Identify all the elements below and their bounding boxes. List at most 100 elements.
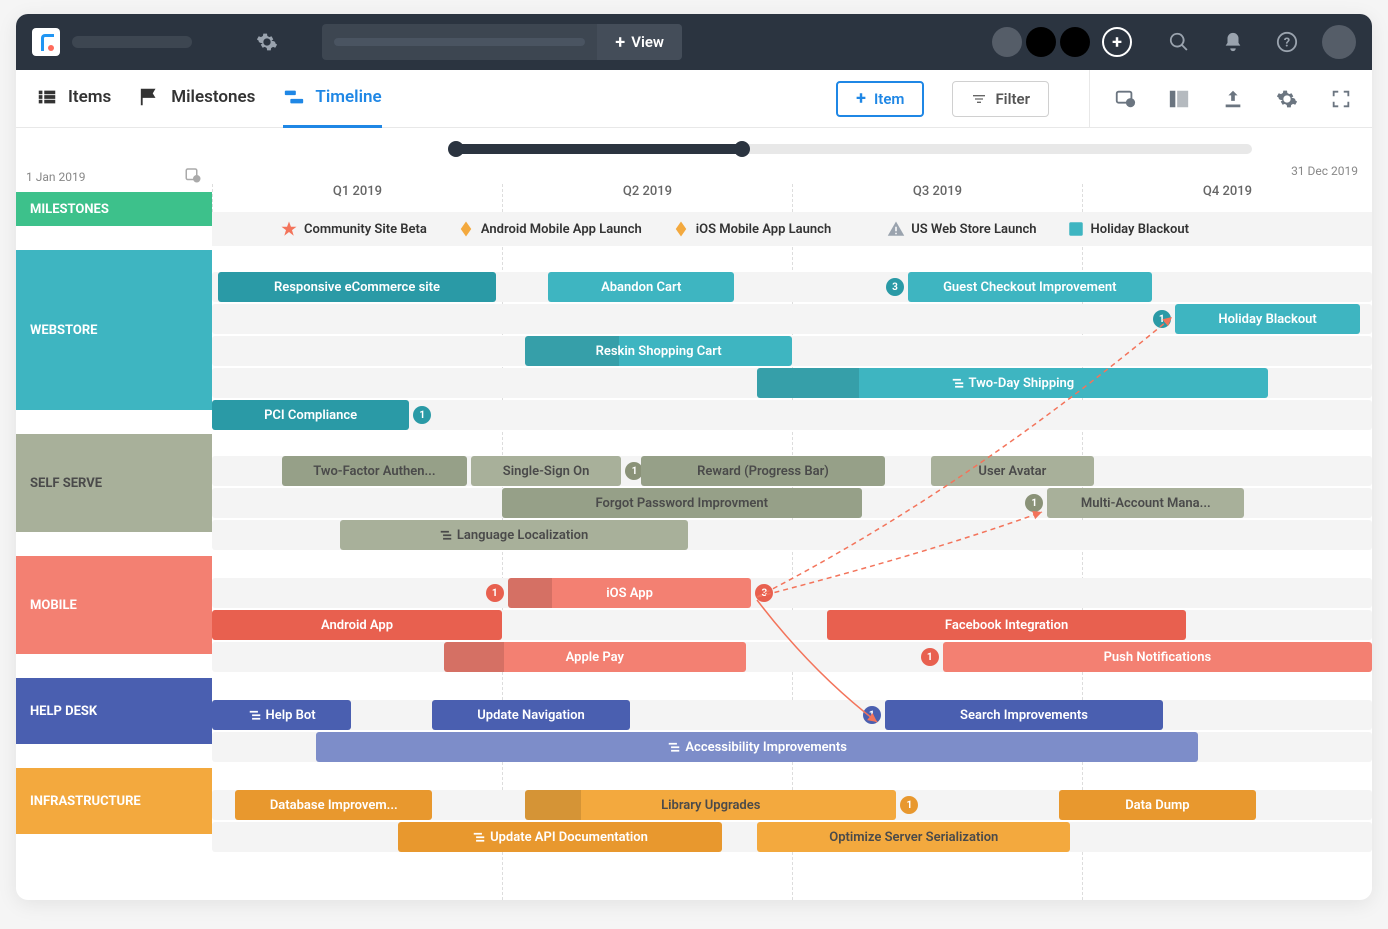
lane-header-milestones[interactable]: MILESTONES	[16, 192, 212, 226]
timeline-bar[interactable]: Reskin Shopping Cart	[525, 336, 792, 366]
lane-sidebar: 1 Jan 2019 MILESTONES WEBSTORE SELF SERV…	[16, 128, 212, 900]
timeline-bar[interactable]: Optimize Server Serialization	[757, 822, 1070, 852]
workspace-name-placeholder[interactable]	[72, 36, 192, 48]
dependency-badge[interactable]: 1	[1153, 310, 1171, 328]
dependency-badge[interactable]: 1	[921, 648, 939, 666]
timeline-bar[interactable]: Abandon Cart	[548, 272, 734, 302]
dependency-badge[interactable]: 1	[486, 584, 504, 602]
lane-header-webstore[interactable]: WEBSTORE	[16, 250, 212, 410]
date-range-slider[interactable]	[452, 144, 1252, 154]
tab-timeline[interactable]: Timeline	[283, 70, 381, 128]
milestone[interactable]: US Web Store Launch	[887, 220, 1036, 238]
milestone[interactable]: Community Site Beta	[280, 220, 427, 238]
flag-icon	[139, 86, 161, 108]
timeline-canvas: 31 Dec 2019 Q1 2019 Q2 2019 Q3 2019 Q4 2…	[212, 128, 1372, 900]
bar-label: Two-Day Shipping	[969, 376, 1075, 391]
timeline-bar[interactable]: Multi-Account Mana...	[1047, 488, 1244, 518]
timeline-bar[interactable]: Push Notifications	[943, 642, 1372, 672]
bar-label: Database Improvem...	[270, 798, 398, 813]
app-logo[interactable]	[32, 28, 60, 56]
range-thumb-start[interactable]	[448, 141, 464, 157]
timeline-bar[interactable]: Responsive eCommerce site	[218, 272, 496, 302]
timeline-bar[interactable]: Forgot Password Improvment	[502, 488, 862, 518]
lane-header-mobile[interactable]: MOBILE	[16, 556, 212, 654]
bell-icon[interactable]	[1222, 31, 1244, 53]
add-item-button[interactable]: +Item	[836, 81, 924, 117]
timeline-bar[interactable]: Update Navigation	[432, 700, 629, 730]
calendar-settings-icon[interactable]	[184, 166, 202, 184]
quarter-headers: Q1 2019 Q2 2019 Q3 2019 Q4 2019	[212, 184, 1372, 212]
milestones-row: Community Site Beta Android Mobile App L…	[212, 212, 1372, 246]
range-thumb-end[interactable]	[734, 141, 750, 157]
gear-icon[interactable]	[256, 31, 278, 53]
lane-header-infrastructure[interactable]: INFRASTRUCTURE	[16, 768, 212, 834]
bar-label: Multi-Account Mana...	[1081, 496, 1211, 511]
lane-header-selfserve[interactable]: SELF SERVE	[16, 434, 212, 532]
avatar[interactable]	[992, 27, 1022, 57]
global-search[interactable]: +View	[322, 24, 682, 60]
bar-label: Forgot Password Improvment	[596, 496, 769, 511]
list-icon	[36, 86, 58, 108]
help-icon[interactable]: ?	[1276, 31, 1298, 53]
export-icon[interactable]	[1222, 88, 1244, 110]
filter-icon	[971, 91, 987, 107]
bar-label: Push Notifications	[1104, 650, 1212, 665]
diamond-icon	[672, 220, 690, 238]
user-avatar[interactable]	[1322, 25, 1356, 59]
timeline-bar[interactable]: Reward (Progress Bar)	[641, 456, 885, 486]
bar-label: Android App	[321, 618, 393, 633]
fullscreen-icon[interactable]	[1330, 88, 1352, 110]
milestone[interactable]: Android Mobile App Launch	[457, 220, 642, 238]
bar-label: iOS App	[606, 586, 653, 601]
avatar[interactable]	[1060, 27, 1090, 57]
add-member-button[interactable]: +	[1102, 27, 1132, 57]
timeline-bar[interactable]: Single-Sign On	[471, 456, 622, 486]
bar-label: Reward (Progress Bar)	[697, 464, 829, 479]
avatar[interactable]	[1026, 27, 1056, 57]
timeline-bar[interactable]: Holiday Blackout	[1175, 304, 1361, 334]
timeline-bar[interactable]: Update API Documentation	[398, 822, 723, 852]
timeline-bar[interactable]: Search Improvements	[885, 700, 1163, 730]
timeline-bar[interactable]: Android App	[212, 610, 502, 640]
timeline-bar[interactable]: Library Upgrades	[525, 790, 896, 820]
timeline-bar[interactable]: Guest Checkout Improvement	[908, 272, 1152, 302]
lane-header-helpdesk[interactable]: HELP DESK	[16, 678, 212, 744]
bar-label: Data Dump	[1125, 798, 1189, 813]
tab-milestones[interactable]: Milestones	[139, 70, 255, 128]
filter-button[interactable]: Filter	[952, 81, 1049, 117]
bar-label: Single-Sign On	[503, 464, 590, 479]
layout-icon[interactable]	[1168, 88, 1190, 110]
bar-label: Optimize Server Serialization	[829, 830, 998, 845]
quarter-label: Q3 2019	[792, 184, 1082, 212]
timeline-bar[interactable]: Apple Pay	[444, 642, 746, 672]
tab-items[interactable]: Items	[36, 70, 111, 128]
timeline-bar[interactable]: Accessibility Improvements	[316, 732, 1198, 762]
subtasks-icon	[248, 708, 262, 722]
timeline-bar[interactable]: iOS App	[508, 578, 752, 608]
square-icon	[1067, 220, 1085, 238]
milestone[interactable]: iOS Mobile App Launch	[672, 220, 831, 238]
timeline-bar[interactable]: Two-Factor Authen...	[282, 456, 468, 486]
topbar: +View + ?	[16, 14, 1372, 70]
dependency-badge[interactable]: 3	[886, 278, 904, 296]
milestone[interactable]: Holiday Blackout	[1067, 220, 1189, 238]
view-button[interactable]: +View	[597, 24, 682, 60]
bar-label: Abandon Cart	[601, 280, 681, 295]
bar-label: User Avatar	[978, 464, 1046, 479]
timeline-bar[interactable]: User Avatar	[931, 456, 1093, 486]
timeline-bar[interactable]: Data Dump	[1059, 790, 1256, 820]
timeline-bar[interactable]: Database Improvem...	[235, 790, 432, 820]
timeline-bar[interactable]: Two-Day Shipping	[757, 368, 1267, 398]
timeline-bar[interactable]: Language Localization	[340, 520, 688, 550]
search-icon[interactable]	[1168, 31, 1190, 53]
subtasks-icon	[951, 376, 965, 390]
view-tabs: Items Milestones Timeline +Item Filter	[16, 70, 1372, 128]
bar-label: Guest Checkout Improvement	[943, 280, 1116, 295]
gear-icon[interactable]	[1276, 88, 1298, 110]
link-icon[interactable]	[1114, 88, 1136, 110]
dependency-badge[interactable]: 1	[863, 706, 881, 724]
bar-label: Holiday Blackout	[1218, 312, 1316, 327]
timeline-bar[interactable]: Facebook Integration	[827, 610, 1187, 640]
timeline-bar[interactable]: Help Bot	[212, 700, 351, 730]
timeline-bar[interactable]: PCI Compliance	[212, 400, 409, 430]
